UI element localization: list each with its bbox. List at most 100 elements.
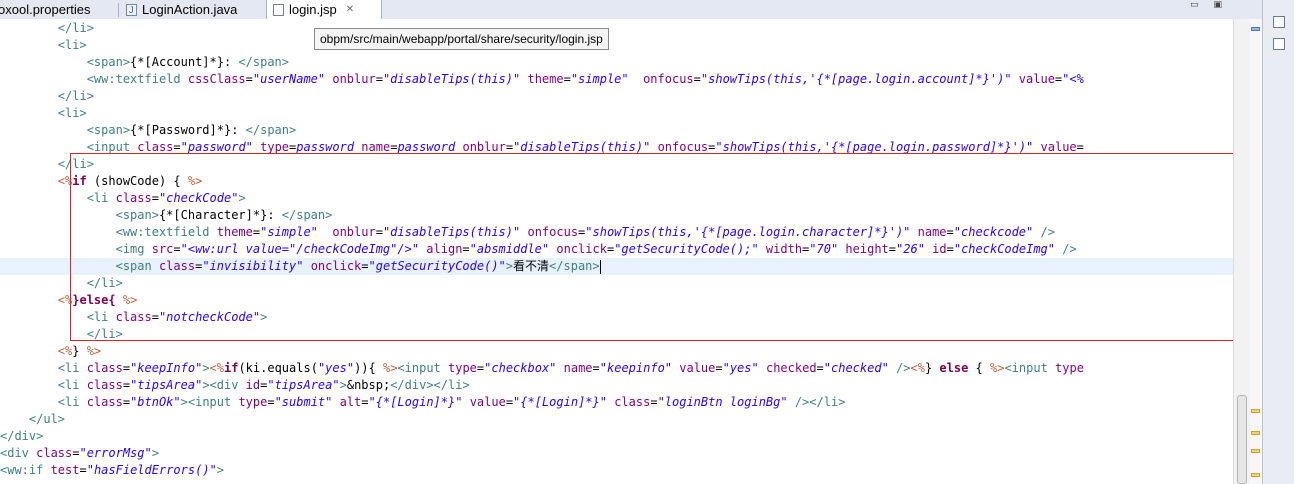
ruler-mark[interactable] [1251, 473, 1260, 477]
code-text: = [122, 395, 131, 409]
code-line[interactable]: <input class="password" type=password na… [0, 139, 1233, 156]
code-line[interactable]: <img src="<ww:url value="/checkCodeImg"/… [0, 241, 1233, 258]
code-line[interactable]: <%}else{ %> [0, 292, 1233, 309]
code-line[interactable]: <li class="tipsArea"><div id="tipsArea">… [0, 377, 1233, 394]
code-line[interactable]: </li> [0, 20, 1233, 37]
code-tag: <span> [0, 123, 131, 137]
code-text: = [715, 361, 723, 375]
code-line[interactable]: <span>{*[Account]*}: </span> [0, 54, 1233, 71]
code-line[interactable]: <div class="errorMsg"> [0, 445, 1233, 462]
code-tag: <ww:if [0, 463, 51, 477]
code-string: "notcheckCode" [158, 310, 261, 324]
code-line[interactable]: </li> [0, 275, 1233, 292]
ruler-mark[interactable] [1251, 431, 1260, 435]
code-line[interactable]: </li> [0, 326, 1233, 343]
ruler-mark[interactable] [1251, 449, 1260, 453]
code-string: "simple" [570, 72, 629, 86]
code-string: "showTips(this,'{*[page.login.character]… [585, 225, 911, 239]
code-scriptlet: <% [209, 361, 224, 375]
code-string: "{*[Login]*}" [368, 395, 463, 409]
code-string: "errorMsg" [79, 446, 152, 460]
code-line[interactable]: <li class="btnOk"><input type="submit" a… [0, 394, 1233, 411]
tab-label: LoginAction.java [142, 2, 238, 17]
code-tag: /> [888, 361, 911, 375]
code-keyword: else [939, 361, 969, 375]
code-line[interactable]: </li> [0, 156, 1233, 173]
code-line[interactable]: <li> [0, 37, 1233, 54]
code-editor[interactable]: </li> <li> <span>{*[Account]*}: </span> … [0, 19, 1233, 484]
code-text: = [693, 72, 701, 86]
code-text: {*[Character]*}: [158, 208, 282, 222]
code-line[interactable]: <span>{*[Password]*}: </span> [0, 122, 1233, 139]
code-line[interactable]: <li class="notcheckCode"> [0, 309, 1233, 326]
code-attribute: class [614, 395, 651, 409]
code-string: "checked" [823, 361, 889, 375]
code-text: = [122, 361, 131, 375]
code-attribute: class [158, 259, 196, 273]
code-line[interactable]: <li class="keepInfo"><%if(ki.equals("yes… [0, 360, 1233, 377]
ruler-mark[interactable] [1251, 27, 1260, 31]
code-tag: > [260, 310, 268, 324]
code-text: } [72, 344, 87, 358]
code-text: = [267, 395, 275, 409]
code-tag: </li> [0, 21, 94, 35]
close-icon[interactable]: ✕ [346, 0, 354, 19]
code-tag: <span> [0, 55, 131, 69]
code-tag: </li> [0, 276, 123, 290]
code-keyword: if [224, 361, 239, 375]
code-line[interactable]: <ww:textfield theme="simple" onblur="dis… [0, 224, 1233, 241]
code-string: "absmiddle" [469, 242, 550, 256]
tab-login-jsp[interactable]: login.jsp ✕ [266, 0, 382, 19]
code-scriptlet: %> [86, 344, 102, 358]
code-text: = [946, 242, 954, 256]
code-string: "disableTips(this)" [382, 225, 521, 239]
outline-view-icon[interactable] [1273, 38, 1285, 50]
restore-view-icon[interactable] [1273, 16, 1285, 28]
code-string: "<% [1062, 72, 1084, 86]
code-line[interactable]: <li> [0, 105, 1233, 122]
code-line[interactable]: <ww:if test="hasFieldErrors()"> [0, 462, 1233, 479]
code-line[interactable]: </ul> [0, 411, 1233, 428]
code-line[interactable]: </li> [0, 88, 1233, 105]
code-string: "tipsArea" [130, 378, 203, 392]
code-line[interactable]: <li class="checkCode"> [0, 190, 1233, 207]
tab-oxool-properties[interactable]: oxool.properties [0, 0, 91, 19]
code-attribute: class [137, 140, 174, 154]
minimize-icon[interactable]: ▭ [1190, 0, 1205, 10]
code-string: "getSecurityCode();" [614, 242, 759, 256]
code-line-current[interactable]: <span class="invisibility" onclick="getS… [0, 258, 1233, 275]
code-line[interactable]: <span>{*[Character]*}: </span> [0, 207, 1233, 224]
maximize-icon[interactable]: ▣ [1213, 0, 1228, 10]
code-attribute: class [115, 310, 152, 324]
code-string: "{*[Login]*}" [513, 395, 607, 409]
scrollbar-thumb[interactable] [1237, 395, 1247, 484]
code-string: password [296, 140, 355, 154]
code-line[interactable]: <%if (showCode) { %> [0, 173, 1233, 190]
code-text: = [361, 395, 369, 409]
tab-login-action-java[interactable]: LoginAction.java [126, 0, 238, 20]
code-line[interactable]: <ww:textfield cssClass="userName" onblur… [0, 71, 1233, 88]
code-string: "keepinfo" [599, 361, 673, 375]
code-text: = [888, 242, 897, 256]
code-text: = [650, 395, 658, 409]
code-keyword: }else{ [72, 293, 116, 307]
code-tag: > [151, 446, 159, 460]
code-tag: <li> [0, 38, 87, 52]
ruler-mark[interactable] [1251, 409, 1260, 413]
code-keyword: if [72, 174, 87, 188]
code-string: "userName" [252, 72, 326, 86]
vertical-scrollbar[interactable] [1233, 19, 1250, 484]
code-scriptlet: %> [122, 293, 138, 307]
code-text: = [816, 361, 824, 375]
side-panel [1262, 0, 1294, 484]
code-attribute: onblur [462, 140, 506, 154]
code-attribute: align [426, 242, 463, 256]
code-line[interactable]: </div> [0, 428, 1233, 445]
code-line[interactable]: <%} %> [0, 343, 1233, 360]
text-caret [599, 259, 601, 274]
code-text: = [151, 191, 159, 205]
code-text: = [361, 259, 369, 273]
